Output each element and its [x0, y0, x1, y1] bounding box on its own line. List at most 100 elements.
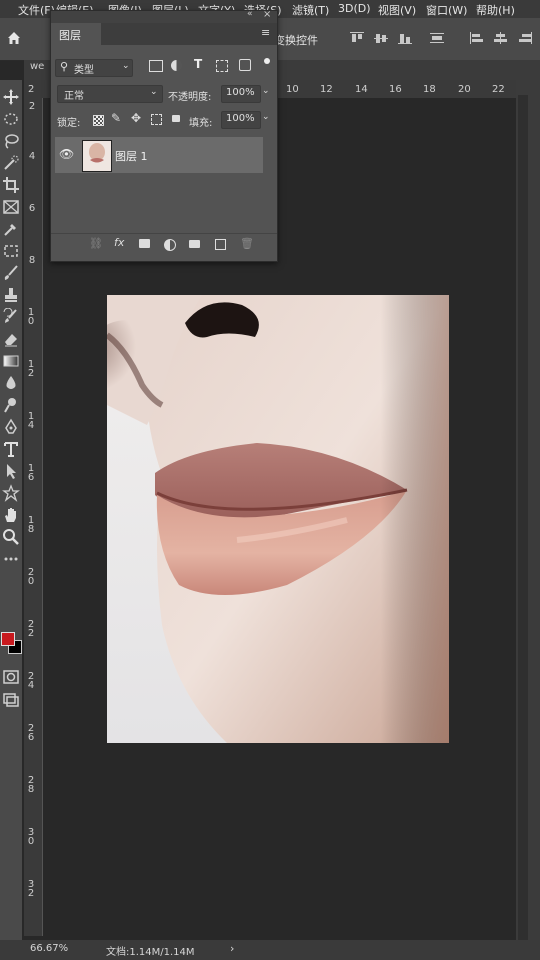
add-mask-icon[interactable] — [139, 239, 150, 248]
blend-mode-select[interactable]: 正常 ⌄ — [57, 85, 163, 103]
ruler-tick: 10 — [27, 307, 35, 327]
menu-help[interactable]: 帮助(H) — [476, 2, 515, 18]
hand-tool-icon[interactable] — [2, 506, 20, 524]
lips-photo — [107, 295, 449, 743]
ruler-tick: 18 — [27, 515, 35, 535]
zoom-level[interactable]: 66.67% — [30, 943, 68, 954]
new-adjustment-layer-icon[interactable] — [164, 239, 176, 251]
fill-label: 填充: — [189, 118, 213, 129]
crop-tool-icon[interactable] — [2, 176, 20, 194]
stamp-tool-icon[interactable] — [2, 286, 20, 304]
filter-type-icon[interactable]: T — [194, 57, 202, 71]
eyedropper-tool-icon[interactable] — [2, 220, 20, 238]
dodge-tool-icon[interactable] — [2, 396, 20, 414]
panel-header[interactable]: « × — [51, 9, 277, 23]
quick-selection-tool-icon[interactable] — [2, 154, 20, 172]
document-tab[interactable]: we — [30, 61, 44, 72]
eraser-tool-icon[interactable] — [2, 330, 20, 348]
chevron-down-icon: ⌄ — [122, 61, 130, 71]
path-selection-tool-icon[interactable] — [2, 462, 20, 480]
filter-shape-icon[interactable] — [216, 60, 228, 72]
tab-layers-label: 图层 — [59, 29, 81, 42]
more-tools-icon[interactable] — [2, 550, 20, 568]
blend-mode-value: 正常 — [64, 91, 84, 102]
align-right-icon[interactable] — [518, 32, 532, 44]
panel-menu-icon[interactable]: ≡ — [261, 26, 270, 39]
status-bar: 66.67% 文档:1.14M/1.14M › — [0, 940, 540, 960]
opacity-slider-chevron-icon[interactable]: ⌄ — [262, 86, 270, 96]
filter-adjustment-icon[interactable] — [171, 60, 182, 71]
lasso-tool-icon[interactable] — [2, 132, 20, 150]
layers-panel: « × 图层 ≡ ⚲ 类型 ⌄ T 正常 ⌄ 不透明度: 100% ⌄ 锁定: … — [50, 9, 278, 262]
align-hcenter-icon[interactable] — [494, 32, 508, 44]
brush-tool-icon[interactable] — [2, 264, 20, 282]
screen-mode-icon[interactable] — [2, 690, 20, 708]
gradient-tool-icon[interactable] — [2, 352, 20, 370]
layer-row[interactable]: 👁 图层 1 — [55, 137, 263, 173]
marquee-tool-icon[interactable] — [2, 110, 20, 128]
blur-tool-icon[interactable] — [2, 374, 20, 392]
delete-layer-trash-icon[interactable]: 🗑 — [240, 237, 254, 250]
move-tool-icon[interactable] — [2, 88, 20, 106]
menu-window[interactable]: 窗口(W) — [426, 2, 467, 18]
fill-input[interactable]: 100% — [221, 111, 261, 129]
opacity-label: 不透明度: — [168, 92, 212, 103]
lock-position-move-icon[interactable]: ✥ — [131, 111, 141, 125]
fx-icon[interactable]: fx — [114, 236, 124, 249]
patch-tool-icon[interactable] — [2, 242, 20, 260]
distribute-icon[interactable] — [430, 32, 444, 44]
new-group-folder-icon[interactable] — [189, 240, 200, 248]
quick-mask-icon[interactable] — [2, 668, 20, 686]
filter-pixel-icon[interactable] — [149, 60, 163, 72]
type-tool-icon[interactable] — [2, 440, 20, 458]
ruler-tick: 6 — [28, 203, 36, 214]
ruler-tick: 28 — [27, 775, 35, 795]
layer-name[interactable]: 图层 1 — [115, 148, 148, 164]
collapse-icon[interactable]: « — [247, 9, 253, 19]
status-menu-arrow-icon[interactable]: › — [230, 942, 234, 955]
home-icon[interactable] — [6, 30, 22, 46]
document-image[interactable] — [107, 295, 449, 743]
opacity-input[interactable]: 100% — [221, 85, 261, 103]
filter-smartobject-icon[interactable] — [239, 59, 251, 71]
ruler-tick: 4 — [28, 151, 36, 162]
lock-label: 锁定: — [57, 118, 81, 129]
frame-tool-icon[interactable] — [2, 198, 20, 216]
ruler-tick: 18 — [423, 84, 436, 95]
history-brush-tool-icon[interactable] — [2, 307, 20, 326]
align-vcenter-icon[interactable] — [374, 32, 388, 44]
lock-all-icon[interactable] — [172, 115, 180, 122]
align-left-icon[interactable] — [470, 32, 484, 44]
foreground-color-swatch[interactable] — [1, 632, 15, 646]
menu-3d[interactable]: 3D(D) — [338, 2, 371, 15]
close-icon[interactable]: × — [263, 9, 271, 20]
menu-view[interactable]: 视图(V) — [378, 2, 416, 18]
ruler-tick: 20 — [458, 84, 471, 95]
ruler-tick: 10 — [286, 84, 299, 95]
layer-filter-select[interactable]: ⚲ 类型 ⌄ — [55, 59, 133, 77]
ruler-tick: 32 — [27, 879, 35, 899]
tab-layers[interactable]: 图层 — [51, 23, 101, 45]
zoom-tool-icon[interactable] — [2, 528, 20, 546]
transform-controls-label[interactable]: 变换控件 — [274, 32, 318, 48]
ruler-tick: 12 — [27, 359, 35, 379]
filter-kind-value: 类型 — [74, 65, 94, 76]
ruler-tick: 14 — [355, 84, 368, 95]
lock-artboard-icon[interactable] — [151, 114, 162, 125]
menu-filter[interactable]: 滤镜(T) — [292, 2, 329, 18]
vertical-scrollbar[interactable] — [518, 95, 528, 940]
pen-tool-icon[interactable] — [2, 418, 20, 436]
opacity-value: 100% — [226, 87, 255, 98]
shape-tool-icon[interactable] — [2, 484, 20, 502]
lock-transparent-icon[interactable] — [93, 115, 104, 126]
fill-slider-chevron-icon[interactable]: ⌄ — [262, 112, 270, 122]
link-layers-icon[interactable]: ⛓ — [89, 237, 103, 250]
filter-toggle-icon[interactable] — [264, 58, 270, 64]
lock-pixels-brush-icon[interactable]: ✎ — [111, 111, 121, 125]
ruler-tick: 2 — [28, 101, 36, 112]
ruler-tick: 14 — [27, 411, 35, 431]
visibility-eye-icon[interactable]: 👁 — [59, 147, 74, 161]
align-top-icon[interactable] — [350, 32, 364, 44]
new-layer-icon[interactable] — [215, 239, 226, 250]
align-bottom-icon[interactable] — [398, 32, 412, 44]
